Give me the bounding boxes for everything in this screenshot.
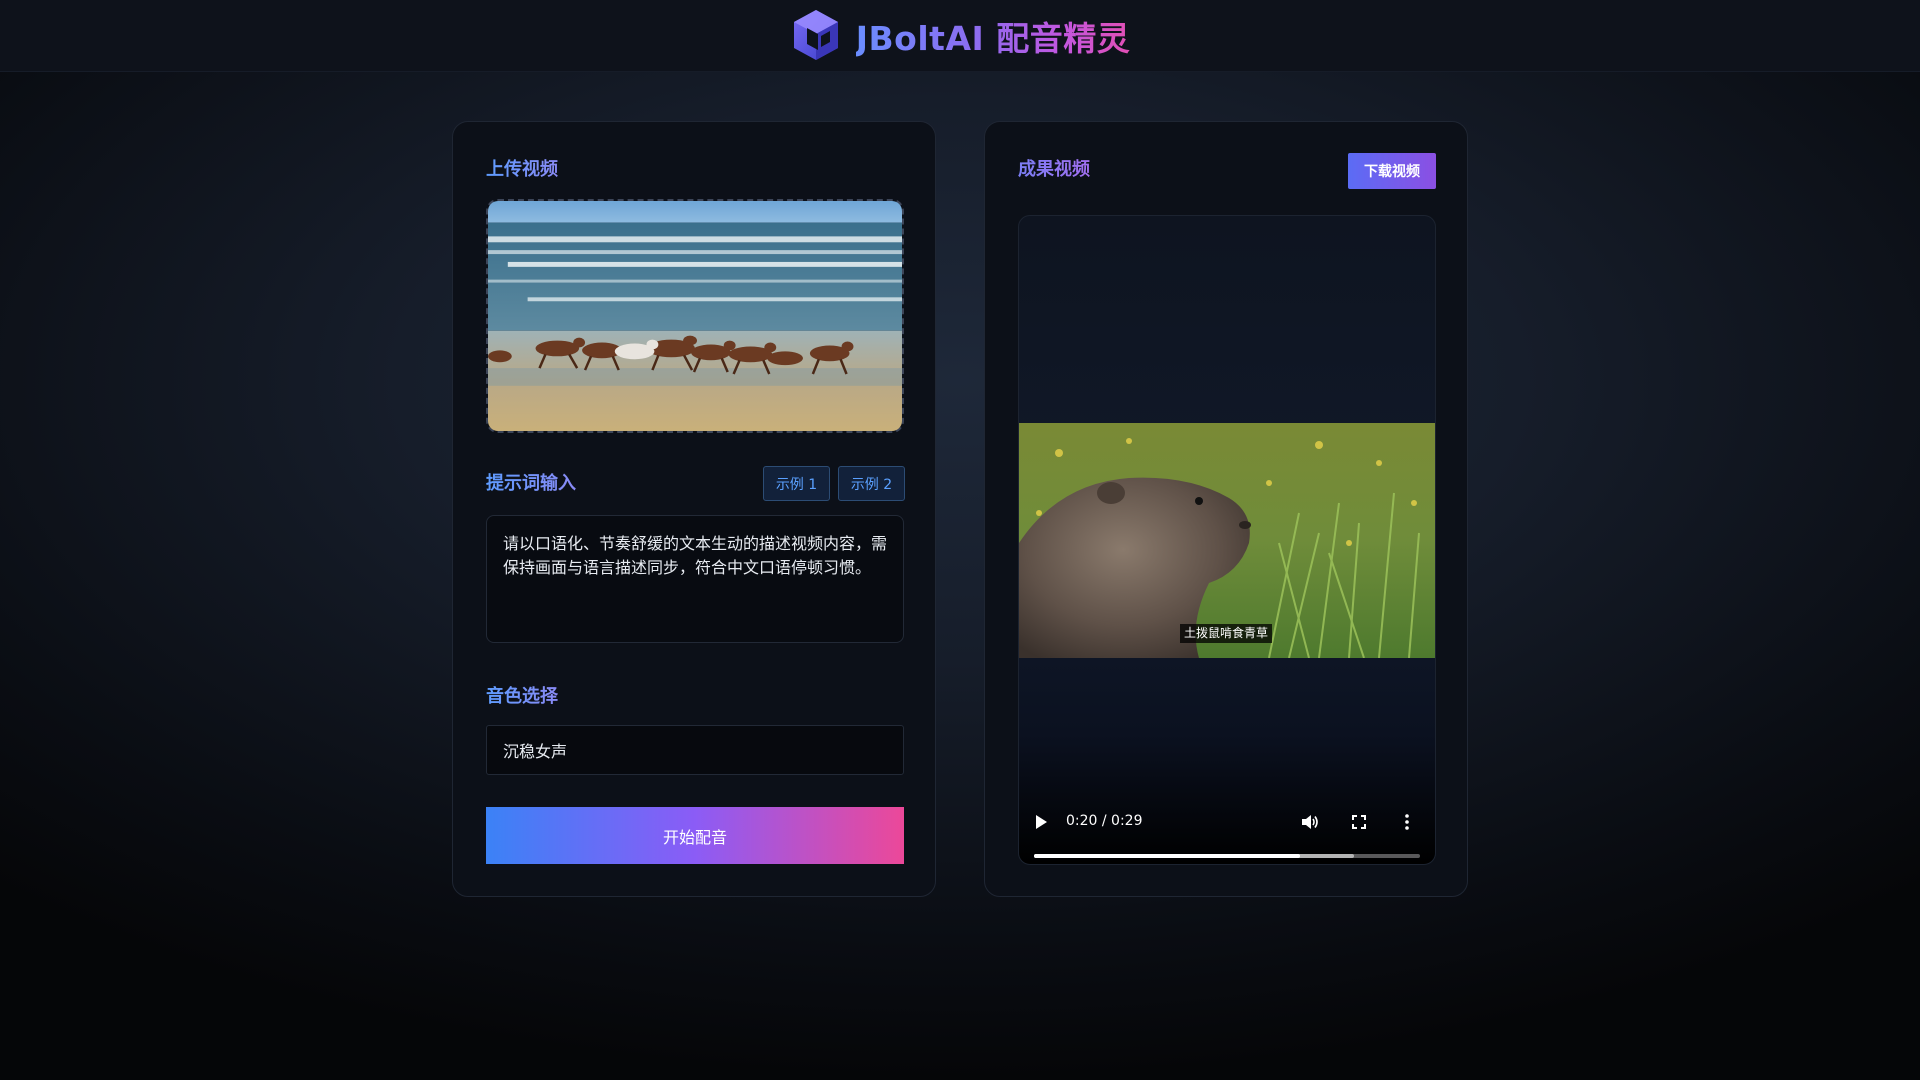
brand[interactable]: JBoltAI 配音精灵 [790,8,1131,64]
upload-panel: 上传视频 提示词输入 示例 1 示例 2 请以口语化、节奏舒缓的文本生动的描述视… [452,121,936,897]
video-controls: 0:20 / 0:29 [1019,788,1435,864]
play-icon[interactable] [1033,814,1049,830]
video-frame-marmot [1019,423,1435,658]
video-subtitle: 土拨鼠啃食青草 [1180,624,1273,643]
time-display: 0:20 / 0:29 [1066,813,1143,829]
progress-bar[interactable] [1034,854,1420,858]
voice-select[interactable]: 沉稳女声 [486,725,904,775]
fullscreen-icon[interactable] [1350,813,1368,831]
video-upload-area[interactable] [486,199,904,433]
video-thumbnail-horses [488,201,902,431]
prompt-title: 提示词输入 [486,469,576,495]
volume-icon[interactable] [1302,813,1320,831]
video-player[interactable]: 土拨鼠啃食青草 0:20 / 0:29 [1018,215,1436,865]
start-dubbing-button[interactable]: 开始配音 [486,807,904,864]
voice-title: 音色选择 [486,682,558,708]
progress-played [1034,854,1301,858]
download-video-button[interactable]: 下载视频 [1348,153,1436,189]
result-title: 成果视频 [1018,155,1090,181]
top-bar: JBoltAI 配音精灵 [0,0,1920,72]
result-panel: 成果视频 下载视频 土拨鼠啃食青草 0:20 / 0:29 [984,121,1468,897]
example-2-button[interactable]: 示例 2 [838,466,905,501]
example-1-button[interactable]: 示例 1 [763,466,830,501]
prompt-textarea[interactable]: 请以口语化、节奏舒缓的文本生动的描述视频内容，需保持画面与语言描述同步，符合中文… [486,515,904,643]
cube-logo-icon [793,9,838,60]
brand-name: JBoltAI 配音精灵 [856,12,1131,60]
more-options-icon[interactable] [1398,813,1416,831]
upload-title: 上传视频 [486,155,558,181]
